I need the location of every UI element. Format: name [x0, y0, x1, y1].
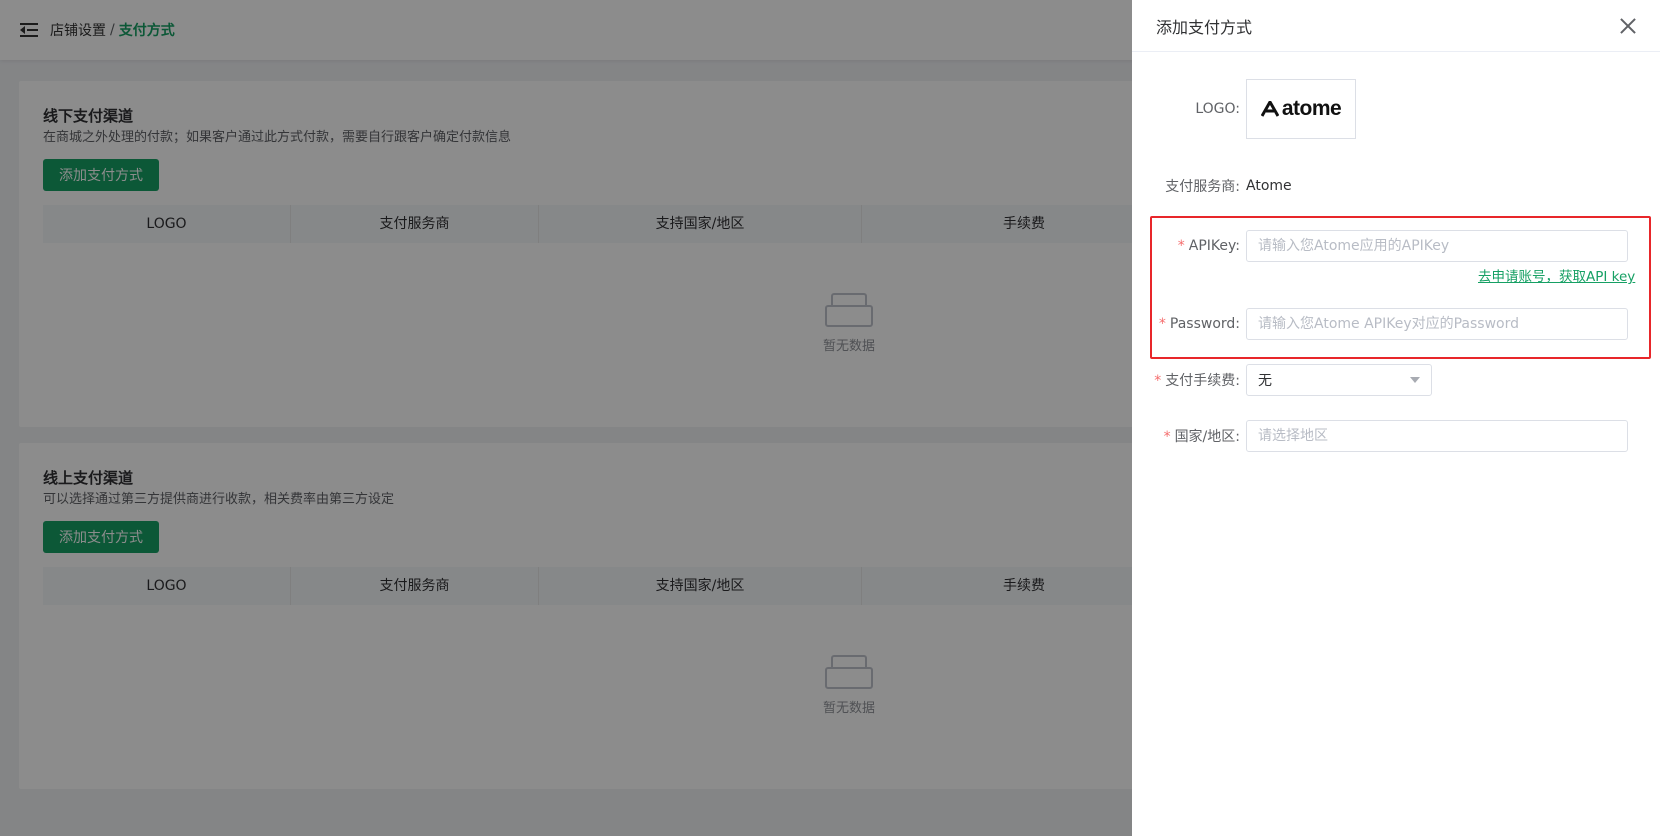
fee-select[interactable]: 无 [1246, 364, 1432, 396]
drawer-header: 添加支付方式 [1132, 0, 1660, 52]
fee-label: * 支付手续费: [1154, 373, 1240, 389]
provider-row: 支付服务商: Atome [1132, 176, 1292, 196]
fee-select-value: 无 [1258, 373, 1272, 389]
provider-label: 支付服务商: [1165, 179, 1240, 195]
chevron-down-icon [1410, 377, 1420, 383]
region-label: * 国家/地区: [1163, 429, 1240, 445]
highlight-box [1150, 216, 1651, 359]
region-row: * 国家/地区: [1132, 420, 1628, 452]
drawer-title: 添加支付方式 [1156, 17, 1253, 37]
logo-label: LOGO: [1195, 101, 1240, 117]
provider-logo: atome [1246, 79, 1356, 139]
region-input[interactable] [1246, 420, 1628, 452]
provider-value: Atome [1246, 178, 1292, 194]
atome-logo-icon [1260, 101, 1279, 117]
logo-row: LOGO: atome [1132, 79, 1356, 139]
logo-wordmark: atome [1281, 97, 1342, 120]
close-icon[interactable] [1620, 18, 1636, 34]
fee-row: * 支付手续费: 无 [1132, 364, 1432, 396]
